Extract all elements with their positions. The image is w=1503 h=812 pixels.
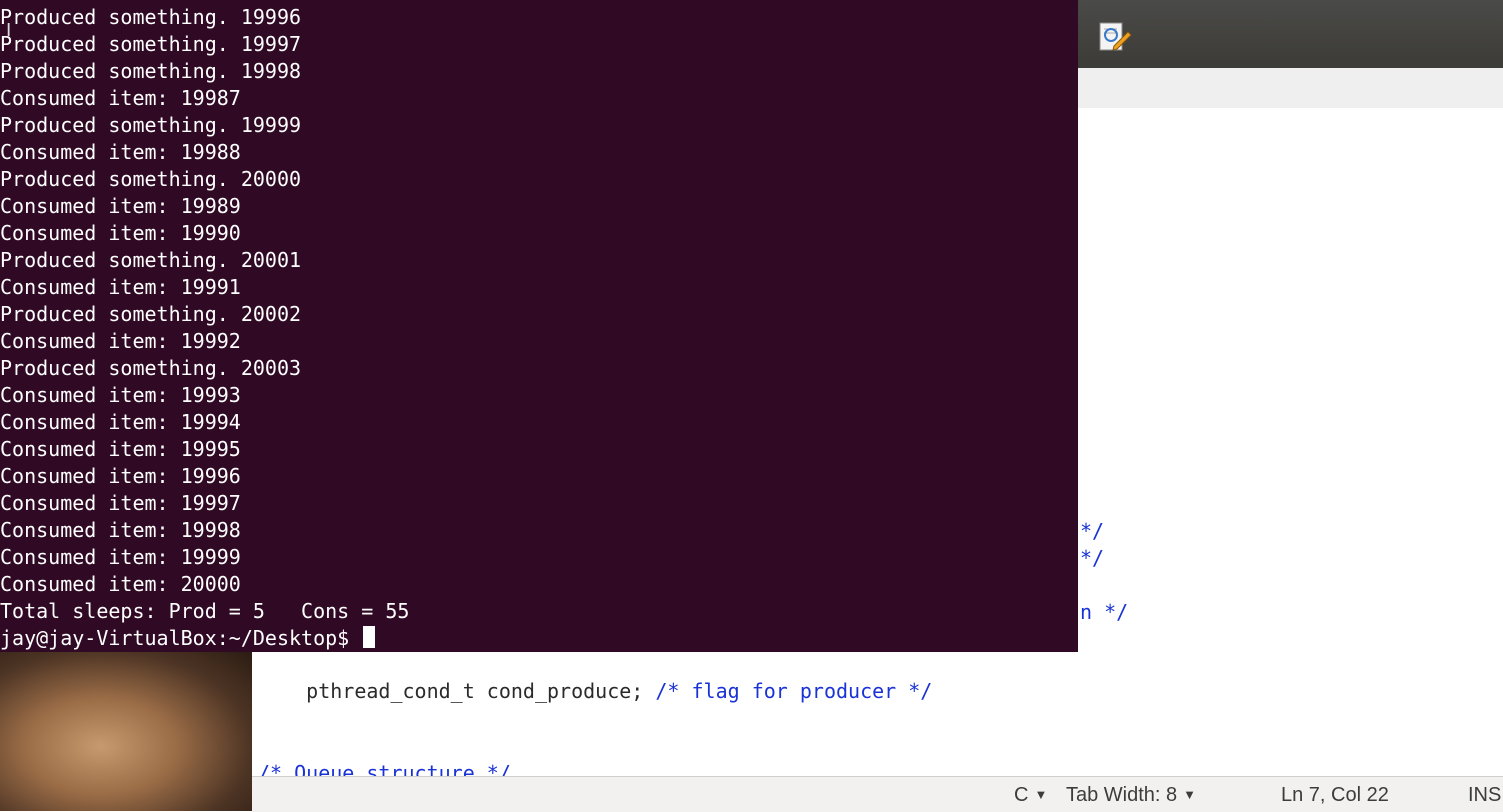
terminal-prompt: jay@jay-VirtualBox:~/Desktop$ xyxy=(0,626,362,650)
comment-fragment: */ xyxy=(1080,519,1105,543)
terminal-line: Consumed item: 19999 xyxy=(0,545,241,569)
terminal-line: Consumed item: 19990 xyxy=(0,221,241,245)
code-comment: /* flag for producer */ xyxy=(655,679,933,703)
terminal-line: Produced something. 19996 xyxy=(0,5,302,29)
terminal-line: Total sleeps: Prod = 5 Cons = 55 xyxy=(0,599,410,623)
status-bar: C ▼ Tab Width: 8 ▼ Ln 7, Col 22 INS xyxy=(252,776,1503,812)
terminal-line: Consumed item: 19989 xyxy=(0,194,241,218)
comment-fragment: n */ xyxy=(1080,600,1129,624)
code-text: pthread_cond_t cond_produce; xyxy=(306,679,656,703)
terminal-line: Produced something. 19997 xyxy=(0,32,302,56)
terminal-line: Produced something. 19999 xyxy=(0,113,302,137)
terminal-window[interactable]: Produced something. 19996 Produced someth… xyxy=(0,0,1078,652)
terminal-prompt-line: jay@jay-VirtualBox:~/Desktop$ xyxy=(0,625,409,652)
editor-toolbar xyxy=(1078,0,1503,68)
partial-comment: /* Queue structure */ xyxy=(258,761,511,776)
comment-fragment: */ xyxy=(1080,546,1105,570)
tab-width-selector[interactable]: Tab Width: 8 ▼ xyxy=(1066,784,1196,807)
language-label: C xyxy=(1014,784,1029,806)
edit-document-icon[interactable] xyxy=(1098,20,1132,54)
terminal-line: Produced something. 20003 xyxy=(0,356,302,380)
terminal-line: Consumed item: 19997 xyxy=(0,491,241,515)
terminal-line: Consumed item: 20000 xyxy=(0,572,241,596)
text-cursor-icon: I xyxy=(6,20,12,41)
terminal-line: Produced something. 20002 xyxy=(0,302,302,326)
cursor-position: Ln 7, Col 22 xyxy=(1281,784,1389,806)
terminal-output: Produced something. 19996 Produced someth… xyxy=(0,4,409,652)
terminal-line: Consumed item: 19992 xyxy=(0,329,241,353)
tab-width-label: Tab Width: 8 xyxy=(1066,784,1178,806)
editor-tab-bar xyxy=(1078,68,1503,109)
insert-mode: INS xyxy=(1468,784,1502,806)
terminal-line: Consumed item: 19987 xyxy=(0,86,241,110)
desktop-wallpaper xyxy=(0,650,252,811)
terminal-line: Consumed item: 19995 xyxy=(0,437,241,461)
terminal-line: Consumed item: 19996 xyxy=(0,464,241,488)
terminal-line: Produced something. 20001 xyxy=(0,248,302,272)
terminal-line: Consumed item: 19998 xyxy=(0,518,241,542)
terminal-line: Consumed item: 19994 xyxy=(0,410,241,434)
terminal-line: Produced something. 19998 xyxy=(0,59,302,83)
terminal-line: Produced something. 20000 xyxy=(0,167,302,191)
language-selector[interactable]: C ▼ xyxy=(1014,784,1047,807)
code-line: pthread_cond_t cond_produce; /* flag for… xyxy=(258,651,932,732)
terminal-cursor xyxy=(363,626,376,648)
chevron-down-icon: ▼ xyxy=(1034,787,1048,802)
chevron-down-icon: ▼ xyxy=(1183,787,1197,802)
terminal-line: Consumed item: 19988 xyxy=(0,140,241,164)
terminal-line: Consumed item: 19991 xyxy=(0,275,241,299)
terminal-line: Consumed item: 19993 xyxy=(0,383,241,407)
